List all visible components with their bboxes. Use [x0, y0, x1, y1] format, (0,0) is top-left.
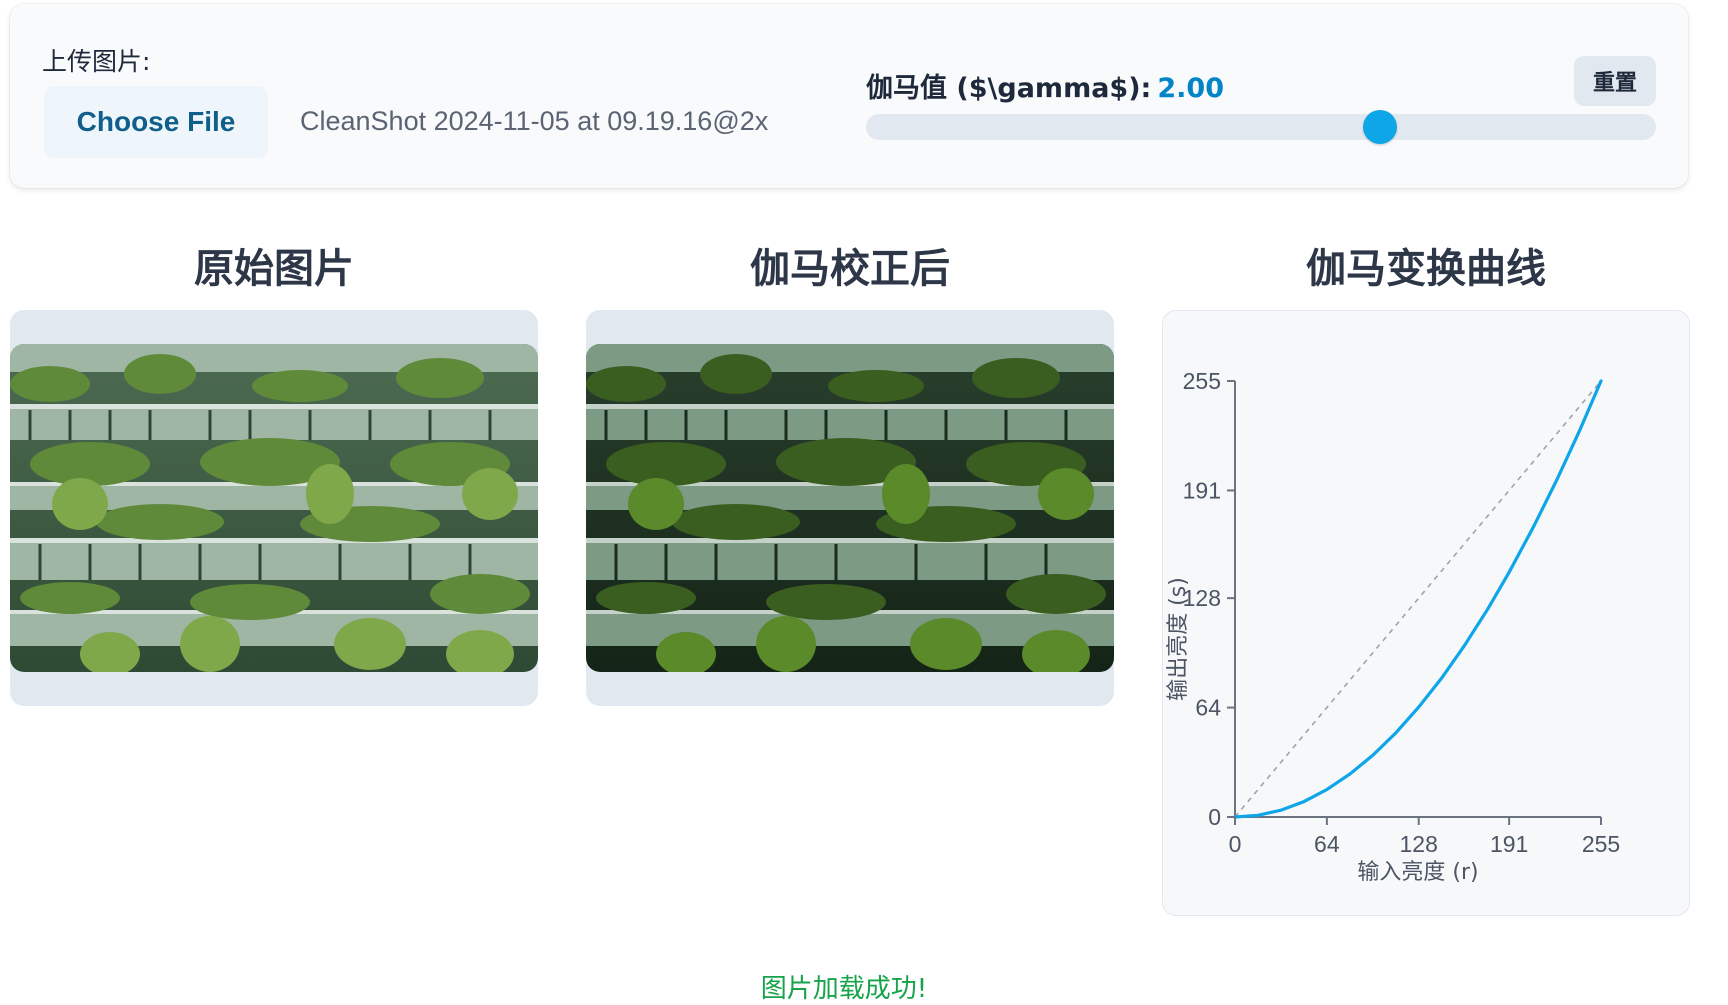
gamma-slider[interactable]	[866, 110, 1656, 144]
gamma-curve-chart: 0 64 128 191 255 0 64 128 191 255 输入亮度 (r) 输出亮度 (…	[1162, 310, 1690, 916]
y-axis-label: 输出亮度 (s)	[1166, 577, 1191, 701]
y-tick-label: 64	[1195, 695, 1221, 721]
upload-label: 上传图片:	[42, 47, 151, 76]
original-image-container	[10, 310, 538, 706]
gamma-curve-title: 伽马变换曲线	[1306, 246, 1546, 292]
gamma-label-text: 伽马值 ($\gamma$):	[866, 73, 1152, 104]
gamma-label: 伽马值 ($\gamma$): 2.00	[866, 66, 1224, 105]
selected-file-name: CleanShot 2024-11-05 at 09.19.16@2x	[300, 106, 769, 136]
gamma-value: 2.00	[1157, 73, 1224, 104]
x-axis-label: 输入亮度 (r)	[1357, 860, 1478, 885]
control-panel: 上传图片: Choose File CleanShot 2024-11-05 a…	[10, 4, 1688, 188]
choose-file-button[interactable]: Choose File	[44, 86, 268, 158]
original-image-title: 原始图片	[194, 246, 354, 292]
y-tick-label: 255	[1183, 368, 1221, 394]
x-tick-label: 128	[1400, 831, 1438, 857]
corrected-image-title: 伽马校正后	[750, 246, 950, 292]
x-tick-label: 0	[1229, 831, 1242, 857]
gamma-curve-plot: 0 64 128 191 255064128191255 输入亮度 (r) 输出亮度 (…	[1166, 368, 1620, 885]
corrected-image-container	[586, 310, 1114, 706]
status-message: 图片加载成功!	[760, 974, 928, 1004]
original-image	[10, 344, 538, 672]
gamma-slider-thumb[interactable]	[1362, 110, 1397, 144]
y-tick-label: 0	[1208, 804, 1221, 830]
y-tick-label: 191	[1183, 477, 1221, 503]
identity-reference-line	[1234, 380, 1602, 818]
x-tick-label: 255	[1582, 831, 1620, 857]
x-tick-label: 64	[1314, 831, 1340, 857]
corrected-image	[586, 344, 1114, 672]
x-tick-label: 191	[1490, 831, 1528, 857]
reset-button[interactable]: 重置	[1574, 56, 1656, 106]
